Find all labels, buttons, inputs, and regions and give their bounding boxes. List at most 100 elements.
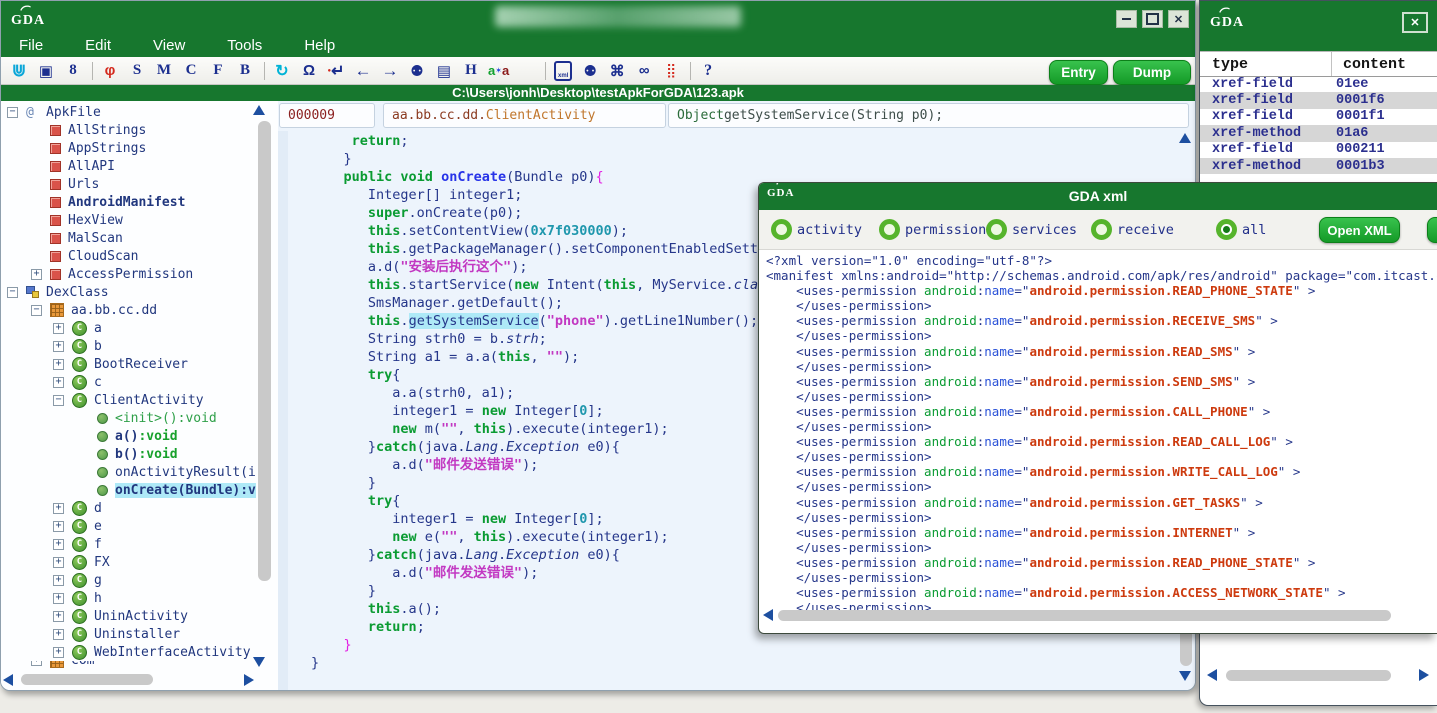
field-icon[interactable]: F	[208, 60, 228, 82]
expander-minus-icon[interactable]: −	[7, 107, 18, 118]
xref-row[interactable]: xref-field0001f6	[1200, 92, 1437, 108]
tree-item[interactable]: −ClientActivity	[1, 391, 262, 409]
tree-item[interactable]: +b	[1, 337, 262, 355]
help-icon[interactable]: ?	[698, 60, 718, 82]
string-search-icon[interactable]: a✶a	[488, 60, 509, 82]
tree-item[interactable]: a():void	[1, 427, 262, 445]
expander-plus-icon[interactable]: +	[53, 575, 64, 586]
expander-plus-icon[interactable]: +	[53, 521, 64, 532]
xref-hscroll-thumb[interactable]	[1226, 670, 1391, 681]
tree-item[interactable]: b():void	[1, 445, 262, 463]
tree-item[interactable]: −DexClass	[1, 283, 262, 301]
close-button[interactable]: ✕	[1168, 10, 1189, 28]
tree-item[interactable]: +FX	[1, 553, 262, 571]
dump-button[interactable]: Dump	[1113, 60, 1191, 85]
open-book-icon[interactable]: ⋓	[9, 60, 29, 82]
android-manifest-icon[interactable]: ⚉	[580, 60, 600, 82]
tree-item[interactable]: +AccessPermission	[1, 265, 262, 283]
tree-scroll-left-arrow[interactable]	[3, 674, 13, 686]
method-icon[interactable]: M	[154, 60, 174, 82]
tree-item[interactable]: onCreate(Bundle):v	[1, 481, 262, 499]
save-icon[interactable]: ▣	[36, 60, 56, 82]
xml-scroll-left-arrow[interactable]	[763, 609, 773, 621]
filter-activity[interactable]: activity	[771, 219, 862, 240]
filter-permission[interactable]: permission	[879, 219, 986, 240]
tree-item[interactable]: AllAPI	[1, 157, 262, 175]
tree-item[interactable]: <init>():void	[1, 409, 262, 427]
expander-plus-icon[interactable]: +	[31, 661, 42, 666]
tree-item[interactable]: −aa.bb.cc.dd	[1, 301, 262, 319]
forward-arrow-icon[interactable]: →	[380, 60, 400, 82]
grid-icon[interactable]: ⣿	[661, 60, 681, 82]
expander-plus-icon[interactable]: +	[53, 341, 64, 352]
open-xml-button[interactable]: Open XML	[1319, 217, 1400, 243]
tree-item[interactable]: AppStrings	[1, 139, 262, 157]
bytecode-icon[interactable]: B	[235, 60, 255, 82]
tree-scroll-right-arrow[interactable]	[244, 674, 254, 686]
tree-item[interactable]: +BootReceiver	[1, 355, 262, 373]
xref-scroll-left-arrow[interactable]	[1207, 669, 1217, 681]
expander-minus-icon[interactable]: −	[7, 287, 18, 298]
tree-scroll-down-arrow[interactable]	[253, 657, 265, 667]
xref-scroll-right-arrow[interactable]	[1419, 669, 1429, 681]
expander-minus-icon[interactable]: −	[53, 395, 64, 406]
omega-jump-icon[interactable]: Ω	[299, 60, 319, 82]
menu-tools[interactable]: Tools	[227, 37, 262, 54]
expander-plus-icon[interactable]: +	[53, 647, 64, 658]
tree-item[interactable]: CloudScan	[1, 247, 262, 265]
menu-file[interactable]: File	[19, 37, 43, 54]
tree-item[interactable]: AllStrings	[1, 121, 262, 139]
return-icon[interactable]: ●↵	[326, 60, 346, 82]
minimize-button[interactable]	[1116, 10, 1137, 28]
expander-plus-icon[interactable]: +	[53, 629, 64, 640]
expander-minus-icon[interactable]: −	[31, 305, 42, 316]
filter-receive[interactable]: receive	[1091, 219, 1174, 240]
android-icon[interactable]: ⚉	[407, 60, 427, 82]
tree-item[interactable]: +e	[1, 517, 262, 535]
expander-plus-icon[interactable]: +	[53, 611, 64, 622]
expander-plus-icon[interactable]: +	[53, 359, 64, 370]
tree-item[interactable]: +f	[1, 535, 262, 553]
tree-item[interactable]: +Uninstaller	[1, 625, 262, 643]
menu-view[interactable]: View	[153, 37, 185, 54]
tree-scroll-up-arrow[interactable]	[253, 105, 265, 115]
maximize-button[interactable]	[1142, 10, 1163, 28]
filter-all[interactable]: all	[1216, 219, 1266, 240]
tree-item[interactable]: −ApkFile	[1, 103, 262, 121]
tree-item[interactable]: +a	[1, 319, 262, 337]
xref-row[interactable]: xref-field000211	[1200, 142, 1437, 158]
filter-services[interactable]: services	[986, 219, 1077, 240]
tree-item[interactable]: +UninActivity	[1, 607, 262, 625]
close-icon[interactable]: ✕	[1402, 12, 1428, 33]
tree-item[interactable]: +WebInterfaceActivity	[1, 643, 262, 661]
expander-plus-icon[interactable]: +	[53, 377, 64, 388]
command-icon[interactable]: ⌘	[607, 60, 627, 82]
tree-item[interactable]: Urls	[1, 175, 262, 193]
strings-icon[interactable]: S	[127, 60, 147, 82]
tree-item[interactable]: +com	[1, 661, 262, 670]
code-scroll-down-arrow[interactable]	[1179, 671, 1191, 681]
key-icon[interactable]: 8	[63, 60, 83, 82]
refresh-icon[interactable]: ↻	[272, 60, 292, 82]
tree-hscroll-thumb[interactable]	[21, 674, 153, 685]
tree-item[interactable]: +d	[1, 499, 262, 517]
tree-item[interactable]: +g	[1, 571, 262, 589]
probe-icon[interactable]: φ	[100, 60, 120, 82]
back-arrow-icon[interactable]: ←	[353, 60, 373, 82]
expander-plus-icon[interactable]: +	[53, 539, 64, 550]
expander-plus-icon[interactable]: +	[53, 593, 64, 604]
expander-plus-icon[interactable]: +	[31, 269, 42, 280]
tree-item[interactable]: +h	[1, 589, 262, 607]
xref-row[interactable]: xref-method0001b3	[1200, 158, 1437, 174]
xml-hscroll-thumb[interactable]	[778, 610, 1391, 621]
tree-item[interactable]: MalScan	[1, 229, 262, 247]
expander-plus-icon[interactable]: +	[53, 557, 64, 568]
expander-plus-icon[interactable]: +	[53, 503, 64, 514]
code-scroll-up-arrow[interactable]	[1179, 133, 1191, 143]
xml-doc-icon[interactable]: xml	[553, 60, 573, 82]
hex-icon[interactable]: H	[461, 60, 481, 82]
tree-item[interactable]: AndroidManifest	[1, 193, 262, 211]
entry-button[interactable]: Entry	[1049, 60, 1108, 85]
palette-icon[interactable]	[516, 60, 536, 82]
tree-item[interactable]: HexView	[1, 211, 262, 229]
